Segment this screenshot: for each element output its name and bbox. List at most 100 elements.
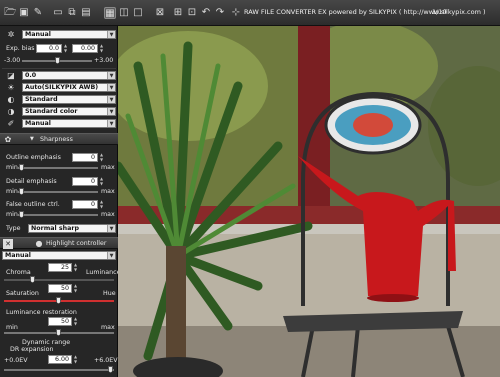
tone-select[interactable]: 0.0 ▼ <box>22 71 116 80</box>
dr-expansion-input[interactable]: 6.00 <box>48 355 72 364</box>
detail-emphasis-input[interactable]: 0 <box>72 177 98 186</box>
close-icon[interactable]: ✕ <box>3 239 13 249</box>
rotate-left-icon[interactable]: ↶ <box>200 7 212 19</box>
dr-expansion-label: DR expansion <box>10 346 54 353</box>
min-label: min <box>6 164 18 171</box>
chroma-stepper[interactable]: ▲ ▼ <box>73 262 78 272</box>
sharpness-section-header[interactable]: ✿ ▼ Sharpness <box>0 133 118 145</box>
divider <box>2 68 116 69</box>
min-label: min <box>6 324 18 331</box>
grid-guide-icon[interactable]: ⊞ <box>172 7 184 19</box>
chevron-down-icon: ▼ <box>107 252 115 259</box>
max-label: max <box>101 211 115 218</box>
sharpness-mode-select[interactable]: Manual ▼ <box>22 119 116 128</box>
type-label: Type <box>6 225 21 232</box>
detail-emphasis-slider-track[interactable] <box>18 191 98 193</box>
dr-expansion-stepper[interactable]: ▲ ▼ <box>73 354 78 364</box>
save-icon[interactable]: ▣ <box>18 7 30 19</box>
luminance-restoration-input[interactable]: 50 <box>48 317 72 326</box>
exp-bias-input[interactable]: 0.0 <box>36 44 62 53</box>
highlight-header-label: Highlight controller <box>46 240 107 247</box>
tone-curve-select[interactable]: Standard ▼ <box>22 95 116 104</box>
chroma-slider-thumb[interactable] <box>30 276 35 283</box>
preview-photo <box>118 26 500 377</box>
outline-emphasis-slider-track[interactable] <box>18 167 98 169</box>
luminance-restoration-slider-thumb[interactable] <box>56 329 61 336</box>
detail-emphasis-slider-thumb[interactable] <box>19 188 24 195</box>
dr-expansion-slider-track[interactable] <box>4 369 114 371</box>
toolbar: 🗁 ▣ ✎ ▭ ⧉ ▤ ▦ ◫ □ ⊠ ⊞ ⊡ ↶ ↷ ⊹ RAW FILE C… <box>0 0 500 26</box>
outline-emphasis-slider-thumb[interactable] <box>19 164 24 171</box>
chevron-down-icon: ▼ <box>107 84 115 91</box>
sharpness-icon: ✐ <box>7 119 15 128</box>
exp-max-label: +3.00 <box>94 57 114 64</box>
crop-icon[interactable]: ⊡ <box>186 7 198 19</box>
dr-max-label: +6.0EV <box>94 357 118 364</box>
outline-emphasis-input[interactable]: 0 <box>72 153 98 162</box>
window-title: RAW FILE CONVERTER EX powered by SILKYPI… <box>244 8 486 16</box>
develop-panel: ✲ Manual ▼ Exp. bias 0.0 ▲ ▼ 0.00 ▲ ▼ -3.00… <box>0 26 120 377</box>
min-label: min <box>6 211 18 218</box>
highlight-icon: ● <box>35 239 43 248</box>
max-label: max <box>101 188 115 195</box>
folder-view-icon[interactable]: ⧉ <box>66 7 78 19</box>
chevron-down-icon: ▼ <box>107 96 115 103</box>
dr-expansion-slider-thumb[interactable] <box>108 366 113 373</box>
false-outline-input[interactable]: 0 <box>72 200 98 209</box>
outline-emphasis-stepper[interactable]: ▲ ▼ <box>99 152 104 162</box>
browse-icon[interactable]: ▭ <box>52 7 64 19</box>
exp-bias-stepper[interactable]: ▲ ▼ <box>63 43 68 53</box>
sharpness-type-select[interactable]: Normal sharp ▼ <box>28 224 116 233</box>
luminance-restoration-label: Luminance restoration <box>6 309 77 316</box>
saturation-stepper[interactable]: ▲ ▼ <box>73 283 78 293</box>
false-outline-slider-track[interactable] <box>18 214 98 216</box>
saturation-input[interactable]: 50 <box>48 284 72 293</box>
sharpness-header-label: Sharpness <box>40 136 73 143</box>
white-balance-icon: ☀ <box>7 83 15 92</box>
fit-icon[interactable]: ⊹ <box>230 7 242 19</box>
single-view-icon[interactable]: ▤ <box>80 7 92 19</box>
dynamic-range-label: Dynamic range <box>22 339 71 346</box>
max-label: max <box>101 324 115 331</box>
rotate-right-icon[interactable]: ↷ <box>214 7 226 19</box>
chevron-down-icon: ▼ <box>107 108 115 115</box>
sharpness-gear-icon: ✿ <box>4 135 12 144</box>
compare-view-icon[interactable]: ◫ <box>118 7 130 19</box>
chevron-down-icon: ▼ <box>107 31 115 38</box>
saturation-slider-thumb[interactable] <box>56 297 61 304</box>
color-select[interactable]: Standard color ▼ <box>22 107 116 116</box>
min-label: min <box>6 188 18 195</box>
saturation-label: Saturation <box>6 290 39 297</box>
false-outline-label: False outline ctrl. <box>6 201 60 208</box>
highlight-section-header[interactable]: ✕ ● Highlight controller <box>0 237 118 249</box>
luminance-restoration-stepper[interactable]: ▲ ▼ <box>73 316 78 326</box>
white-balance-select[interactable]: Auto(SILKYPIX AWB) ▼ <box>22 83 116 92</box>
chroma-input[interactable]: 25 <box>48 263 72 272</box>
chevron-down-icon: ▼ <box>107 225 115 232</box>
exp-bias-label: Exp. bias <box>6 45 35 52</box>
mark-icon[interactable]: ⊠ <box>154 7 166 19</box>
false-outline-slider-thumb[interactable] <box>19 211 24 218</box>
exp-bias-slider-thumb[interactable] <box>55 57 60 64</box>
full-view-icon[interactable]: □ <box>132 7 144 19</box>
image-counter: 1/10 <box>432 8 447 16</box>
develop-icon[interactable]: ✎ <box>32 7 44 19</box>
exp-bias-fine-input[interactable]: 0.00 <box>72 44 98 53</box>
chevron-down-icon: ▼ <box>107 120 115 127</box>
chroma-slider-track[interactable] <box>4 279 114 281</box>
exposure-mode-select[interactable]: Manual ▼ <box>22 30 116 39</box>
tone-curve-icon: ◐ <box>7 95 15 104</box>
tone-icon: ◪ <box>7 71 15 80</box>
exp-bias-fine-stepper[interactable]: ▲ ▼ <box>99 43 104 53</box>
color-icon: ◑ <box>7 107 15 116</box>
dr-min-label: +0.0EV <box>4 357 28 364</box>
grid-view-icon[interactable]: ▦ <box>104 7 116 19</box>
open-folder-icon[interactable]: 🗁 <box>4 7 16 19</box>
detail-emphasis-stepper[interactable]: ▲ ▼ <box>99 176 104 186</box>
detail-emphasis-label: Detail emphasis <box>6 178 57 185</box>
highlight-mode-select[interactable]: Manual ▼ <box>2 251 116 260</box>
image-preview[interactable] <box>118 26 500 377</box>
outline-emphasis-label: Outline emphasis <box>6 154 61 161</box>
false-outline-stepper[interactable]: ▲ ▼ <box>99 199 104 209</box>
hue-label: Hue <box>103 290 116 297</box>
